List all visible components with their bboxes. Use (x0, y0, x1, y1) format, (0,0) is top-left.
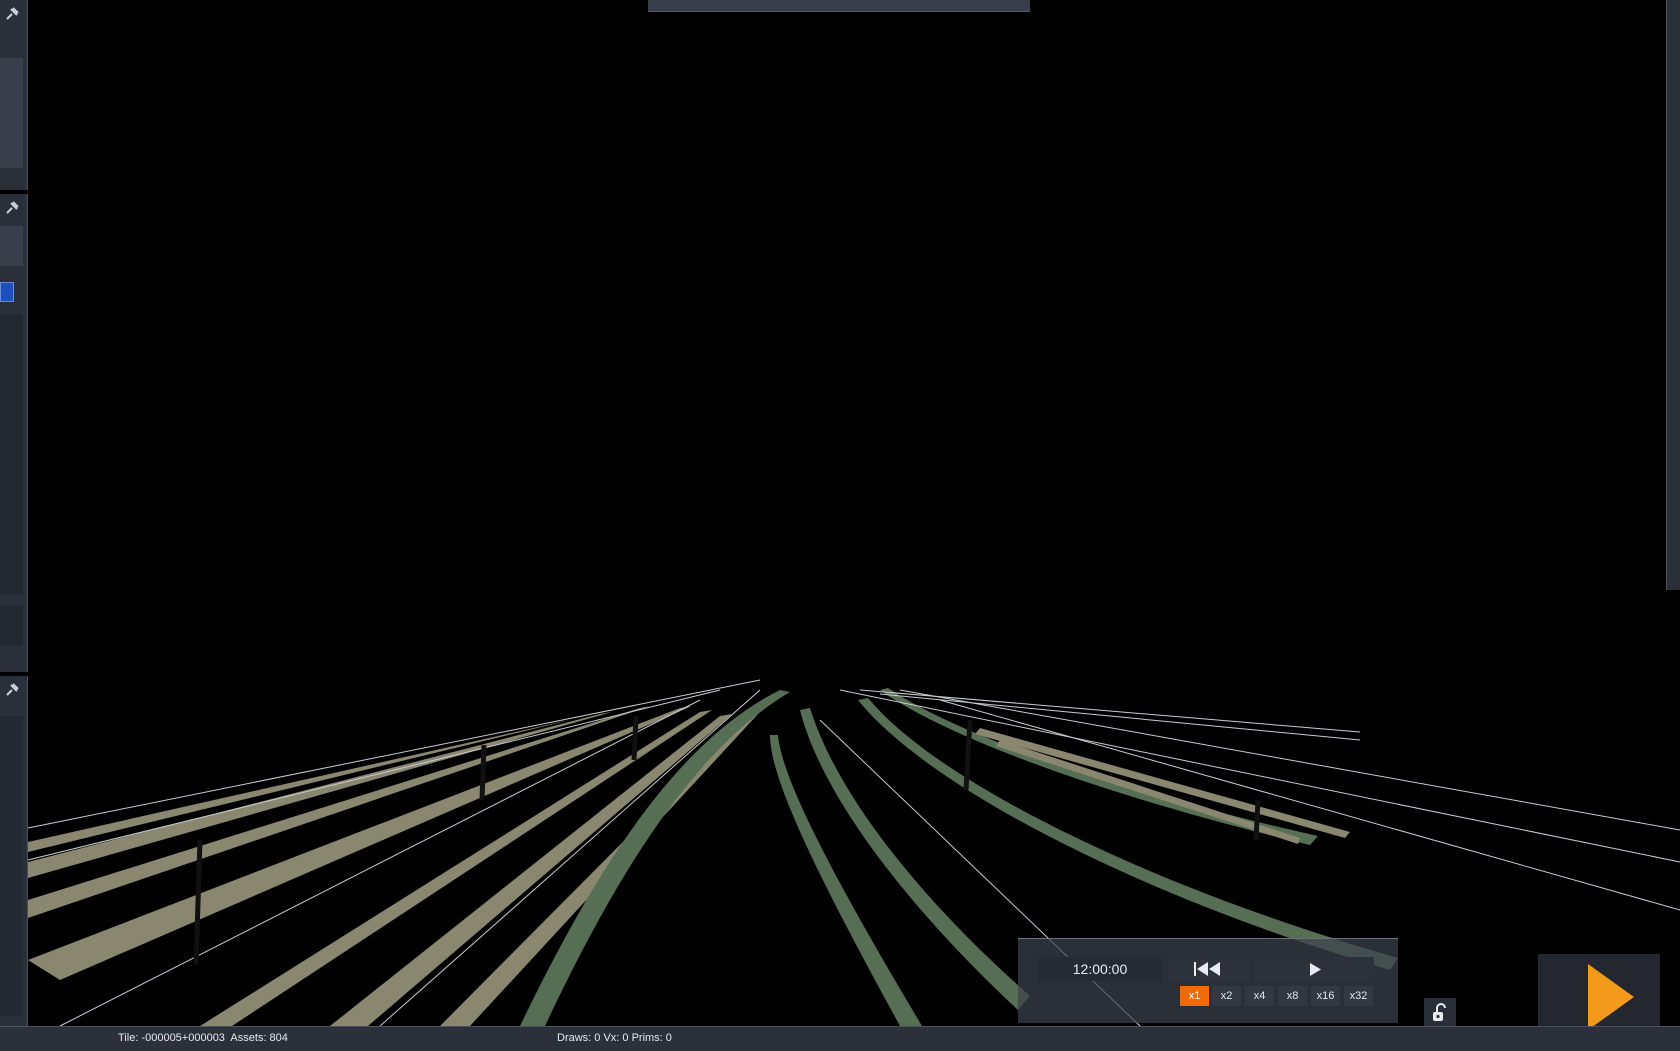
left-dock (0, 0, 28, 1050)
status-bar: Tile: -000005+000003 Assets: 804 Draws: … (0, 1026, 1680, 1051)
speed-x2-button[interactable]: x2 (1212, 986, 1241, 1006)
pin-icon[interactable] (4, 682, 20, 698)
dock-panel-footer (0, 606, 23, 646)
pin-icon[interactable] (4, 200, 20, 216)
dock-panel-bottom[interactable] (0, 676, 28, 1026)
speed-x1-button[interactable]: x1 (1180, 986, 1209, 1006)
selected-item-indicator[interactable] (0, 282, 14, 302)
dock-panel-body (0, 716, 23, 1016)
start-driving-button[interactable] (1538, 954, 1660, 1030)
dock-panel-body (0, 58, 23, 168)
dock-panel-middle[interactable] (0, 194, 28, 672)
speed-x8-button[interactable]: x8 (1278, 986, 1307, 1006)
lock-toggle-button[interactable] (1424, 998, 1456, 1028)
play-icon (1310, 963, 1322, 976)
pin-icon[interactable] (4, 6, 20, 22)
tile-assets-status: Tile: -000005+000003 Assets: 804 (118, 1032, 288, 1044)
dock-panel-list[interactable] (0, 314, 23, 594)
speed-x4-button[interactable]: x4 (1245, 986, 1274, 1006)
dock-panel-top[interactable] (0, 0, 28, 190)
playback-controls: 12:00:00 x1 x2 x4 x8 x16 x32 (1018, 938, 1398, 1023)
play-button[interactable] (1256, 957, 1374, 981)
render-stats-status: Draws: 0 Vx: 0 Prims: 0 (557, 1032, 672, 1044)
right-panel-edge[interactable] (1666, 0, 1680, 590)
speed-x16-button[interactable]: x16 (1311, 986, 1340, 1006)
viewport-3d[interactable] (0, 0, 1680, 1050)
skip-back-icon (1194, 962, 1222, 976)
unlock-icon (1432, 1003, 1450, 1023)
dock-panel-body (0, 226, 23, 266)
time-display[interactable]: 12:00:00 (1038, 957, 1162, 981)
rewind-button[interactable] (1168, 957, 1250, 981)
top-toolbar-handle[interactable] (648, 0, 1030, 12)
speed-x32-button[interactable]: x32 (1344, 986, 1373, 1006)
big-play-icon (1586, 964, 1636, 1030)
